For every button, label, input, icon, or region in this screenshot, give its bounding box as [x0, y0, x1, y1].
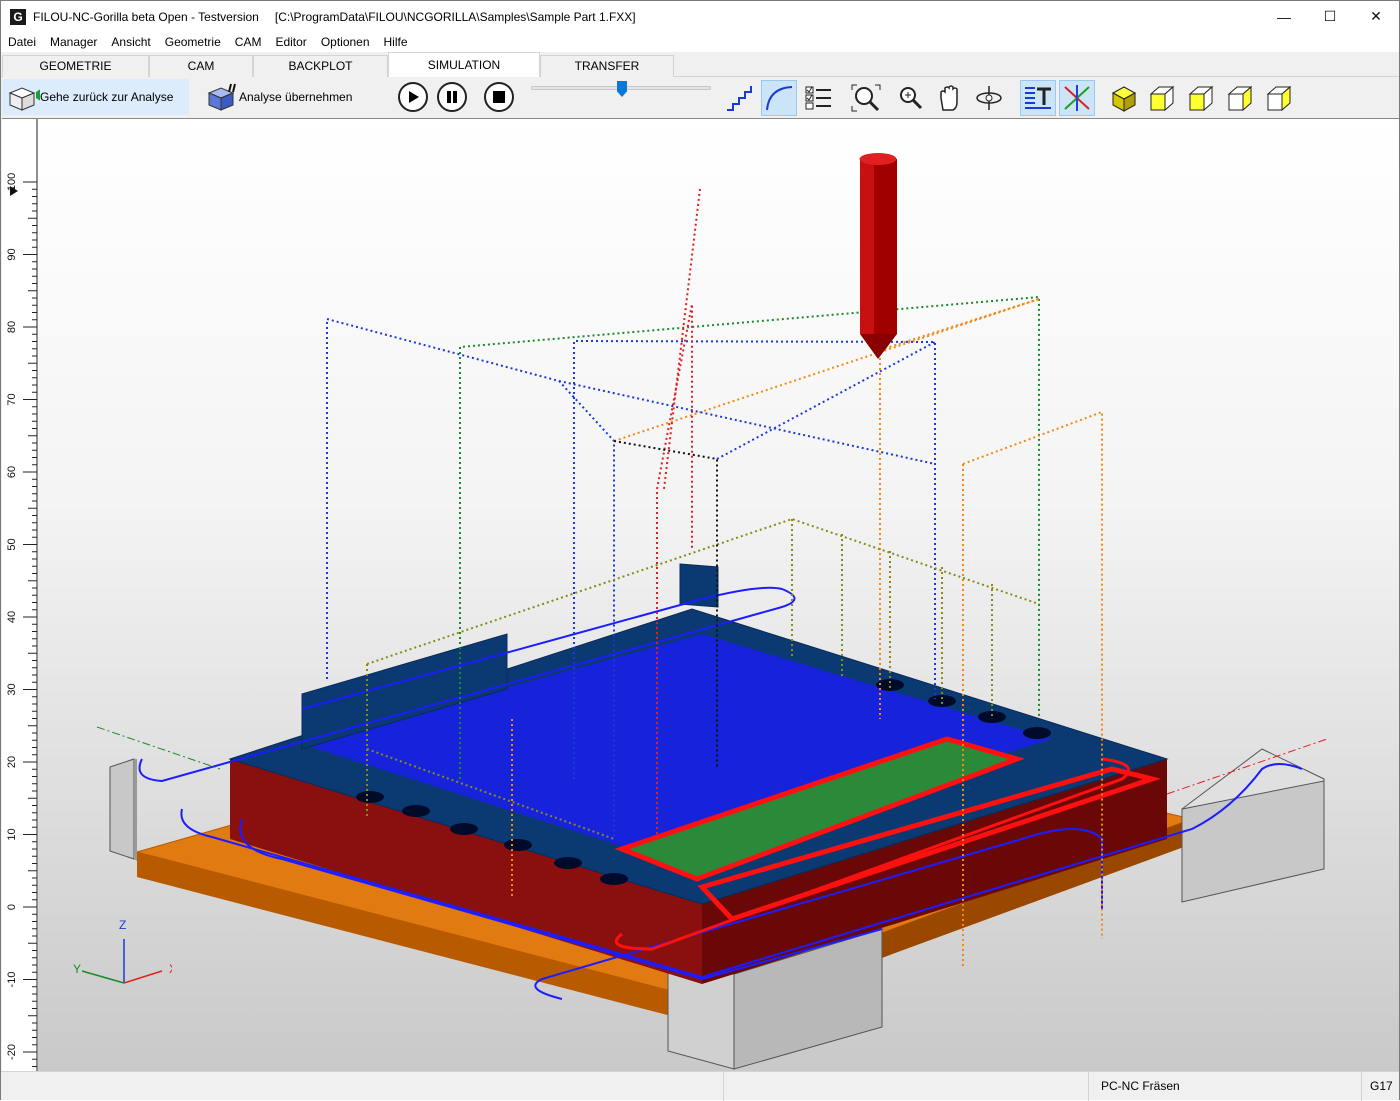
arc-button[interactable]: [761, 80, 797, 116]
play-icon: [409, 91, 419, 103]
menu-cam[interactable]: CAM: [228, 35, 269, 49]
axis-triad: Z X Y: [73, 918, 172, 984]
cube-iso-button[interactable]: [1262, 80, 1298, 116]
menu-geometrie[interactable]: Geometrie: [158, 35, 228, 49]
axis-cross-button[interactable]: [1059, 80, 1095, 116]
zoom-fit-icon: [851, 84, 881, 112]
pause-button[interactable]: [437, 82, 467, 112]
text-icon: [1025, 87, 1051, 109]
triad-y-label: Y: [73, 962, 81, 976]
pan-button[interactable]: [932, 80, 968, 116]
window-title: FILOU-NC-Gorilla beta Open - Testversion: [33, 9, 259, 24]
menu-editor[interactable]: Editor: [268, 35, 313, 49]
arc-icon: [766, 86, 793, 111]
clamp-left: [109, 758, 137, 861]
axis-cross-icon: [1064, 85, 1090, 111]
checklist-button[interactable]: [800, 80, 836, 116]
status-middle: [723, 1072, 1088, 1101]
simulation-viewport[interactable]: 100 90 80 70 60 50 40 30 20 10 0 -10 -20: [2, 118, 1399, 1071]
zoom-button[interactable]: [893, 80, 929, 116]
speed-slider-thumb[interactable]: [617, 81, 627, 97]
menu-bar: Datei Manager Ansicht Geometrie CAM Edit…: [1, 32, 1399, 52]
play-button[interactable]: [398, 82, 428, 112]
rotate-icon: [976, 86, 1002, 110]
cube-front-icon: [1149, 85, 1175, 112]
status-mode: PC-NC Fräsen: [1088, 1072, 1361, 1101]
text-button[interactable]: [1020, 80, 1056, 116]
back-to-analysis-button[interactable]: Gehe zurück zur Analyse: [2, 79, 190, 115]
triad-z-label: Z: [119, 918, 126, 932]
title-bar: G FILOU-NC-Gorilla beta Open - Testversi…: [1, 1, 1399, 32]
minimize-button[interactable]: —: [1261, 1, 1307, 32]
back-to-analysis-label: Gehe zurück zur Analyse: [40, 90, 174, 104]
steps-button[interactable]: [722, 80, 758, 116]
accept-analysis-label: Analyse übernehmen: [239, 90, 353, 104]
cube-accept-icon: [207, 83, 236, 111]
cube-top-icon: [1227, 85, 1253, 112]
steps-icon: [727, 86, 752, 111]
cube-top-button[interactable]: [1223, 80, 1259, 116]
file-path: [C:\ProgramData\FILOU\NCGORILLA\Samples\…: [274, 9, 636, 24]
app-window: G FILOU-NC-Gorilla beta Open - Testversi…: [0, 0, 1400, 1101]
scene-3d: [96, 153, 1328, 1070]
solid-cube-button[interactable]: [1106, 80, 1142, 116]
tab-bar: GEOMETRIE CAM BACKPLOT SIMULATION TRANSF…: [1, 52, 1399, 78]
tab-cam[interactable]: CAM: [149, 55, 253, 77]
cube-front-button[interactable]: [1145, 80, 1181, 116]
pan-hand-icon: [940, 85, 958, 111]
tab-backplot[interactable]: BACKPLOT: [253, 55, 388, 77]
status-gcode: G17: [1361, 1072, 1399, 1101]
triad-x-label: X: [169, 962, 172, 976]
pause-icon: [447, 91, 457, 103]
menu-optionen[interactable]: Optionen: [314, 35, 377, 49]
toolbar: Gehe zurück zur Analyse Analyse übernehm…: [1, 77, 1399, 118]
tab-geometrie[interactable]: GEOMETRIE: [2, 55, 149, 77]
cube-iso-icon: [1266, 85, 1292, 112]
accept-analysis-button[interactable]: Analyse übernehmen: [201, 79, 368, 115]
cube-back-icon: [8, 87, 40, 111]
stop-button[interactable]: [484, 82, 514, 112]
status-left: [1, 1072, 723, 1101]
stop-icon: [493, 91, 505, 103]
rotate-button[interactable]: [971, 80, 1007, 116]
cube-right-button[interactable]: [1184, 80, 1220, 116]
menu-hilfe[interactable]: Hilfe: [377, 35, 415, 49]
menu-ansicht[interactable]: Ansicht: [104, 35, 157, 49]
status-bar: PC-NC Fräsen G17: [1, 1071, 1399, 1101]
tab-transfer[interactable]: TRANSFER: [540, 55, 674, 77]
zoom-fit-button[interactable]: [848, 80, 884, 116]
menu-datei[interactable]: Datei: [1, 35, 43, 49]
solid-cube-icon: [1111, 86, 1137, 112]
milling-tool: [859, 153, 897, 359]
menu-manager[interactable]: Manager: [43, 35, 104, 49]
clamp-right: [1181, 748, 1325, 903]
maximize-button[interactable]: ☐: [1307, 1, 1353, 32]
checklist-icon: [805, 86, 831, 110]
tab-simulation[interactable]: SIMULATION: [388, 52, 540, 78]
speed-slider[interactable]: [531, 81, 711, 97]
app-logo-icon: G: [10, 8, 26, 25]
close-button[interactable]: ✕: [1353, 1, 1399, 32]
zoom-icon: [900, 87, 923, 110]
cube-right-icon: [1188, 85, 1214, 112]
